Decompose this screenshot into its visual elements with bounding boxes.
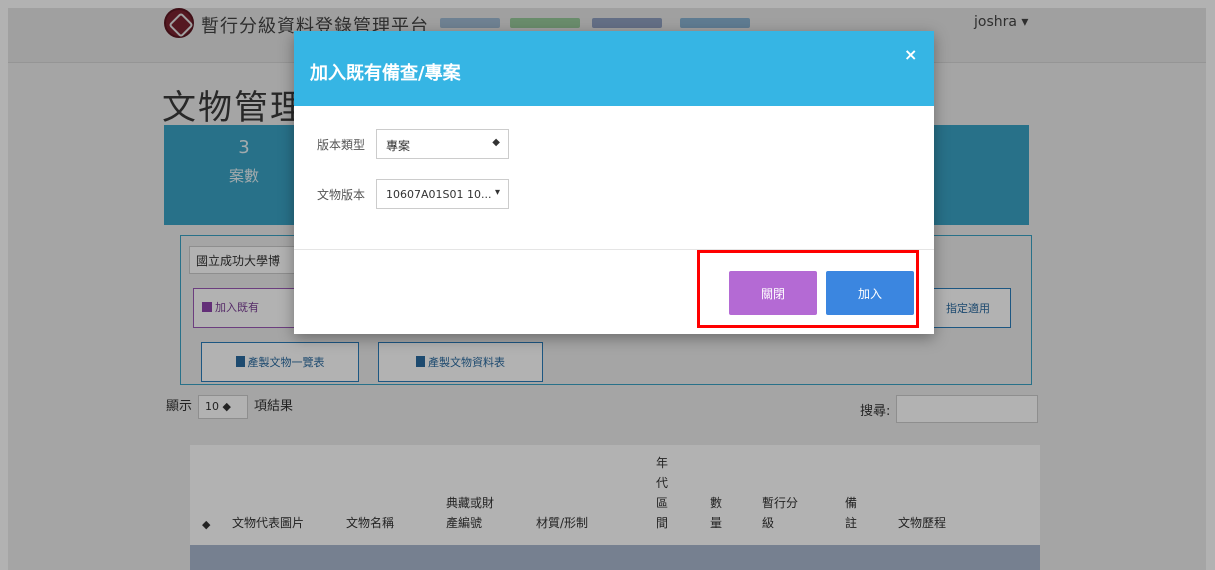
version-type-select[interactable]: 專案 ◆ <box>376 129 509 159</box>
highlight-box <box>697 250 919 328</box>
cultural-version-label: 文物版本 <box>317 188 366 202</box>
version-type-value: 專案 <box>386 139 411 153</box>
modal-title: 加入既有備查/專案 <box>310 63 461 84</box>
chevron-down-icon: ▾ <box>494 187 500 198</box>
close-icon[interactable]: × <box>904 45 917 64</box>
cultural-version-select[interactable]: 10607A01S01 10... ▾ <box>376 179 509 209</box>
select-caret-icon: ◆ <box>492 137 500 148</box>
version-type-label: 版本類型 <box>317 138 366 152</box>
cultural-version-value: 10607A01S01 10... <box>386 188 492 201</box>
modal-header: 加入既有備查/專案 × <box>294 31 934 106</box>
